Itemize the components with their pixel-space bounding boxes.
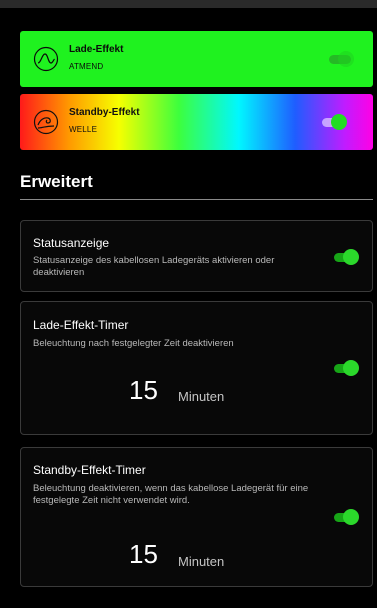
status-description: Statusanzeige des kabellosen Ladegeräts … bbox=[33, 255, 275, 278]
breathing-wave-icon bbox=[33, 46, 59, 72]
standby-effekt-card[interactable]: Standby-Effekt WELLE bbox=[20, 94, 373, 150]
wave-icon bbox=[33, 109, 59, 135]
lade-effekt-title: Lade-Effekt bbox=[69, 44, 124, 55]
charge-timer-description: Beleuchtung nach festgelegter Zeit deakt… bbox=[33, 338, 234, 349]
standby-effekt-mode: WELLE bbox=[69, 125, 98, 134]
charge-timer-title: Lade-Effekt-Timer bbox=[33, 318, 129, 332]
standby-effekt-toggle[interactable] bbox=[322, 114, 347, 130]
standby-timer-toggle[interactable] bbox=[334, 509, 359, 525]
toggle-knob bbox=[338, 51, 354, 67]
section-title: Erweitert bbox=[20, 172, 93, 191]
lade-effekt-card[interactable]: Lade-Effekt ATMEND bbox=[20, 31, 373, 87]
section-divider bbox=[20, 199, 373, 200]
status-panel: Statusanzeige Statusanzeige des kabellos… bbox=[20, 220, 373, 292]
lade-effekt-toggle[interactable] bbox=[329, 51, 354, 67]
standby-timer-panel: Standby-Effekt-Timer Beleuchtung deaktiv… bbox=[20, 447, 373, 587]
standby-timer-value[interactable]: 15 bbox=[129, 539, 158, 570]
status-title: Statusanzeige bbox=[33, 236, 110, 250]
charge-timer-unit: Minuten bbox=[178, 389, 225, 404]
toggle-knob bbox=[343, 249, 359, 265]
charge-timer-panel: Lade-Effekt-Timer Beleuchtung nach festg… bbox=[20, 301, 373, 435]
toggle-knob bbox=[343, 509, 359, 525]
charge-timer-value[interactable]: 15 bbox=[129, 375, 158, 406]
standby-timer-unit: Minuten bbox=[178, 554, 225, 569]
status-toggle[interactable] bbox=[334, 249, 359, 265]
lade-effekt-mode: ATMEND bbox=[69, 62, 104, 71]
charge-timer-toggle[interactable] bbox=[334, 360, 359, 376]
top-bar bbox=[0, 0, 377, 8]
standby-timer-description: Beleuchtung deaktivieren, wenn das kabel… bbox=[33, 483, 309, 506]
toggle-knob bbox=[343, 360, 359, 376]
toggle-knob bbox=[331, 114, 347, 130]
standby-effekt-title: Standby-Effekt bbox=[69, 107, 140, 118]
standby-timer-title: Standby-Effekt-Timer bbox=[33, 463, 146, 477]
